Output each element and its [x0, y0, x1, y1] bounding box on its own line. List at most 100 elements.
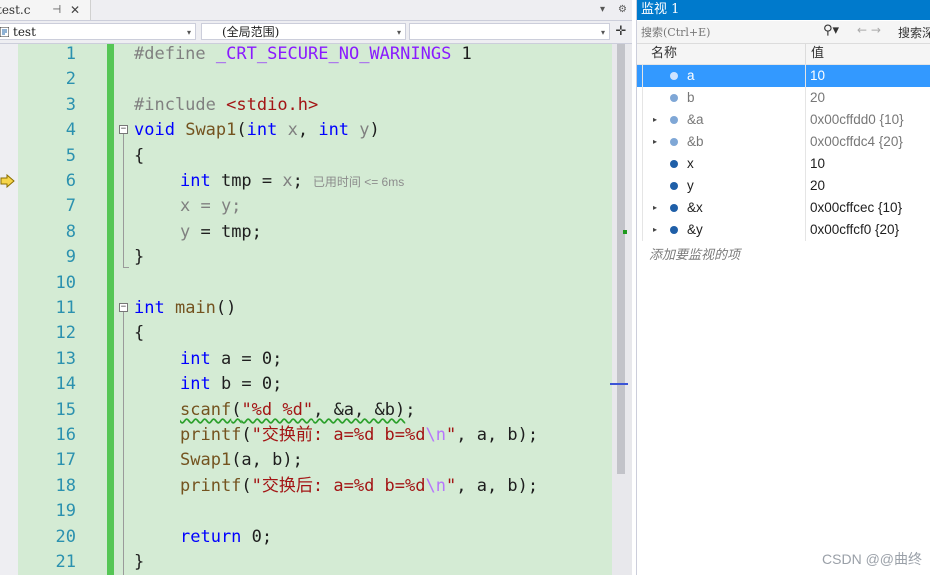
search-depth-label[interactable]: 搜索深	[898, 24, 930, 41]
add-watch-item[interactable]: 添加要监视的项	[649, 244, 740, 263]
code-line[interactable]: 7 x = y;	[0, 194, 612, 219]
code-token: "	[445, 475, 457, 496]
column-value-header[interactable]: 值	[811, 44, 824, 64]
code-text: int tmp = x; 已用时间 <= 6ms	[180, 169, 404, 195]
tab-dropdown-icon[interactable]: ▾	[600, 0, 605, 20]
watch-item-name: x	[687, 156, 694, 171]
expand-arrow-icon[interactable]: ▸	[653, 197, 657, 219]
watch-item-name: a	[687, 68, 695, 83]
elapsed-time-tip: 已用时间 <= 6ms	[312, 175, 405, 189]
variable-icon	[670, 204, 678, 212]
code-line[interactable]: 12 {	[0, 321, 612, 346]
code-line[interactable]: 16 printf("交换前: a=%d b=%d\n", a, b);	[0, 423, 612, 448]
row-gutter	[642, 219, 643, 241]
column-separator	[805, 131, 806, 153]
scrollbar-caret-marker	[610, 383, 628, 385]
scrollbar-thumb[interactable]	[617, 44, 625, 474]
scrollbar-change-marker	[623, 230, 627, 234]
code-line[interactable]: 15 scanf("%d %d", &a, &b);	[0, 398, 612, 423]
settings-gear-icon[interactable]: ⚙	[618, 0, 627, 20]
line-number: 8	[65, 221, 76, 242]
scope-dropdown[interactable]: (全局范围) ▾	[201, 23, 406, 40]
split-window-icon[interactable]: ✛	[614, 24, 628, 40]
project-dropdown[interactable]: test ▾	[0, 23, 196, 40]
code-line[interactable]: 2	[0, 67, 612, 92]
fold-toggle-swap1[interactable]: −	[119, 125, 128, 134]
chevron-down-icon: ▾	[600, 28, 605, 37]
code-line[interactable]: 9}	[0, 245, 612, 270]
watch-search-input[interactable]: 搜索(Ctrl+E)	[641, 24, 710, 40]
watch-row[interactable]: b 20	[637, 87, 930, 109]
code-token: main	[164, 298, 216, 318]
watch-item-value[interactable]: 0x00cffdd0 {10}	[810, 109, 904, 131]
code-line[interactable]: 17 Swap1(a, b);	[0, 448, 612, 473]
code-line[interactable]: 11 int main()	[0, 296, 612, 321]
navigation-bar: test ▾ (全局范围) ▾ ▾ ✛	[0, 21, 632, 44]
code-line[interactable]: 6 int tmp = x; 已用时间 <= 6ms	[0, 169, 612, 194]
member-dropdown[interactable]: ▾	[409, 23, 610, 40]
watch-item-value[interactable]: 0x00cffcf0 {20}	[810, 219, 899, 241]
column-separator	[805, 65, 806, 87]
watch-row[interactable]: ▸ &y 0x00cffcf0 {20}	[637, 219, 930, 241]
code-line[interactable]: 3 #include <stdio.h>	[0, 93, 612, 118]
code-line[interactable]: 19	[0, 499, 612, 524]
document-tab-test-c[interactable]: test.c ⊣ ✕	[0, 0, 91, 20]
code-token: Swap1	[180, 450, 232, 471]
watch-row[interactable]: ▸ &a 0x00cffdd0 {10}	[637, 109, 930, 131]
expand-arrow-icon[interactable]: ▸	[653, 109, 657, 131]
search-nav-arrows-icon[interactable]: ← →	[857, 23, 881, 37]
project-name: test	[13, 25, 36, 39]
watch-row[interactable]: ▸ &x 0x00cffcec {10}	[637, 197, 930, 219]
code-line[interactable]: 10	[0, 271, 612, 296]
code-line[interactable]: 5{	[0, 144, 612, 169]
watch-row[interactable]: ▸ &b 0x00cffdc4 {20}	[637, 131, 930, 153]
code-line[interactable]: 13 int a = 0;	[0, 347, 612, 372]
column-name-header[interactable]: 名称	[651, 44, 677, 64]
code-line[interactable]: 20 return 0;	[0, 525, 612, 550]
column-separator[interactable]	[805, 44, 806, 64]
pin-icon[interactable]: ⊣	[52, 0, 61, 20]
code-token: y	[180, 221, 191, 242]
vertical-scrollbar[interactable]	[610, 44, 632, 575]
watch-item-name: &y	[687, 222, 703, 237]
variable-icon	[670, 94, 678, 102]
code-line[interactable]: 4 void Swap1(int x, int y)	[0, 118, 612, 143]
variable-icon	[670, 116, 678, 124]
watch-item-value[interactable]: 10	[810, 153, 825, 175]
code-token: "交换前: a=%d b=%d	[251, 425, 426, 445]
line-number: 15	[55, 399, 76, 420]
watch-item-value[interactable]: 20	[810, 175, 825, 197]
code-token: _CRT_SECURE_NO_WARNINGS	[215, 44, 452, 64]
close-icon[interactable]: ✕	[70, 0, 80, 20]
code-token: "%d %d"	[241, 399, 314, 420]
variable-icon	[670, 160, 678, 168]
watch-item-value[interactable]: 20	[810, 87, 825, 109]
code-token: ;	[292, 171, 303, 191]
code-line[interactable]: 14 int b = 0;	[0, 372, 612, 397]
expand-arrow-icon[interactable]: ▸	[653, 131, 657, 153]
code-text: x = y;	[180, 194, 241, 219]
expand-arrow-icon[interactable]: ▸	[653, 219, 657, 241]
code-line[interactable]: 21}	[0, 550, 612, 575]
watch-item-value[interactable]: 10	[810, 65, 825, 87]
watch-row[interactable]: y 20	[637, 175, 930, 197]
code-line[interactable]: 1 #define _CRT_SECURE_NO_WARNINGS 1	[0, 42, 612, 67]
code-line[interactable]: 8 y = tmp;	[0, 220, 612, 245]
code-token: 1	[451, 44, 472, 64]
code-token: int	[180, 348, 211, 369]
line-number: 19	[55, 501, 76, 522]
watch-item-value[interactable]: 0x00cffcec {10}	[810, 197, 902, 219]
watch-column-header: 名称 值	[637, 44, 930, 65]
search-icon[interactable]: ⚲▾	[823, 23, 839, 38]
watch-item-name: b	[687, 90, 695, 105]
code-text: }	[134, 550, 144, 575]
code-token: #include	[134, 94, 216, 115]
code-token: ()	[215, 298, 237, 318]
code-line[interactable]: 18 printf("交换后: a=%d b=%d\n", a, b);	[0, 474, 612, 499]
watch-item-value[interactable]: 0x00cffdc4 {20}	[810, 131, 903, 153]
fold-toggle-main[interactable]: −	[119, 303, 128, 312]
watch-window: 监视 1 搜索(Ctrl+E) ⚲▾ ← → 搜索深 名称 值 a 10 b 20 ▸ &…	[636, 0, 930, 575]
watch-row[interactable]: a 10	[637, 65, 930, 87]
watch-row[interactable]: x 10	[637, 153, 930, 175]
